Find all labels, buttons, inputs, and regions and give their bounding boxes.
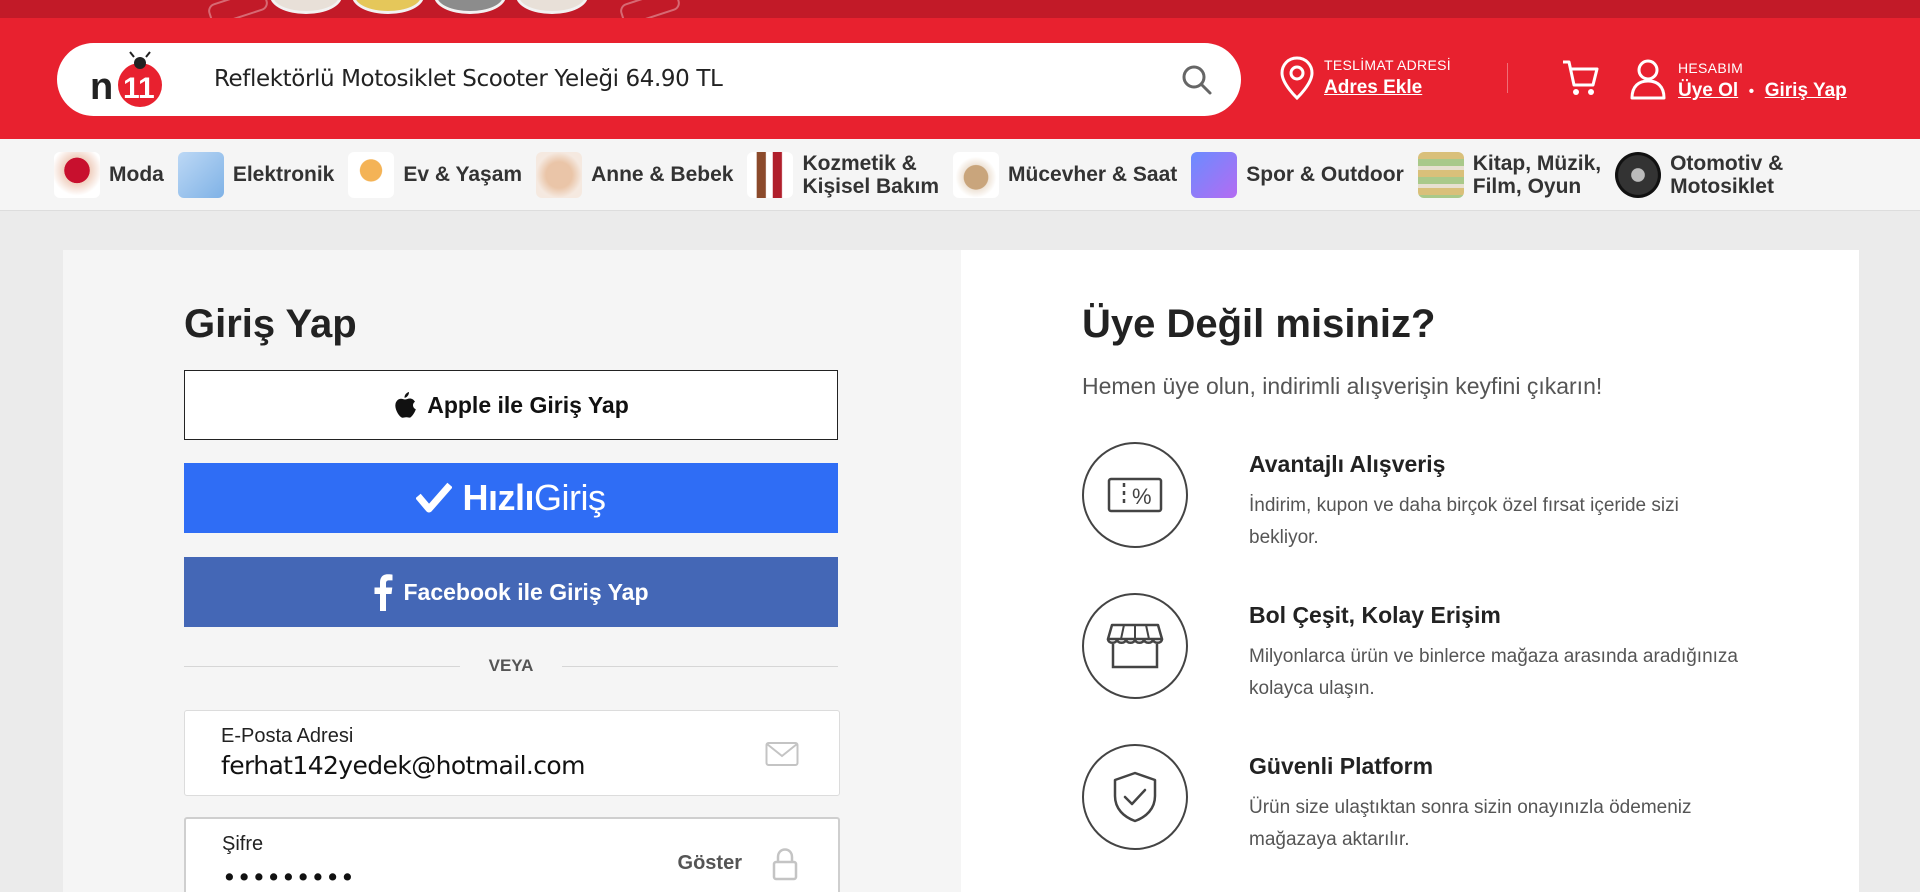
category-anne-bebek[interactable]: Anne & Bebek bbox=[536, 151, 734, 198]
category-kozmetik[interactable]: Kozmetik & Kişisel Bakım bbox=[747, 151, 940, 198]
search-icon[interactable] bbox=[1181, 64, 1213, 96]
category-elektronik[interactable]: Elektronik bbox=[177, 151, 335, 198]
feature-security: Güvenli Platform Ürün size ulaştıktan so… bbox=[1082, 744, 1782, 854]
account-menu: HESABIM Üye Ol • Giriş Yap bbox=[1629, 56, 1847, 102]
checkmark-icon bbox=[416, 482, 453, 513]
header-divider bbox=[1507, 63, 1508, 93]
apple-icon bbox=[395, 392, 417, 418]
account-caption: HESABIM bbox=[1678, 60, 1744, 76]
divider-line bbox=[184, 666, 460, 667]
user-icon[interactable] bbox=[1629, 58, 1667, 100]
n11-logo[interactable]: n 11 bbox=[90, 51, 166, 109]
hizli-giris-button[interactable]: Hızlı Giriş bbox=[184, 463, 838, 533]
login-title: Giriş Yap bbox=[184, 302, 357, 346]
email-label: E-Posta Adresi bbox=[221, 725, 354, 747]
category-mucevher-saat[interactable]: Mücevher & Saat bbox=[953, 151, 1178, 198]
promo-images bbox=[270, 0, 588, 14]
shield-check-icon bbox=[1082, 744, 1188, 850]
feature-title: Bol Çeşit, Kolay Erişim bbox=[1249, 602, 1501, 628]
category-nav: Moda Elektronik Ev & Yaşam Anne & Bebek … bbox=[0, 139, 1920, 211]
svg-text:%: % bbox=[1132, 484, 1152, 509]
site-header: n 11 Reflektörlü Motosiklet Scooter Yele… bbox=[0, 18, 1920, 139]
category-label: Ev & Yaşam bbox=[403, 163, 523, 186]
feature-advantage: % Avantajlı Alışveriş İndirim, kupon ve … bbox=[1082, 442, 1782, 552]
apple-login-label: Apple ile Giriş Yap bbox=[427, 391, 629, 418]
hizli-bold-label: Hızlı bbox=[462, 477, 534, 518]
category-label: Mücevher & Saat bbox=[1008, 163, 1178, 186]
delivery-caption: TESLİMAT ADRESİ bbox=[1324, 57, 1451, 73]
apple-login-button[interactable]: Apple ile Giriş Yap bbox=[184, 370, 838, 440]
search-bar: n 11 Reflektörlü Motosiklet Scooter Yele… bbox=[57, 43, 1241, 116]
category-thumb-books bbox=[1417, 151, 1464, 198]
signup-title: Üye Değil misiniz? bbox=[1082, 302, 1436, 346]
category-moda[interactable]: Moda bbox=[54, 151, 164, 198]
register-link[interactable]: Üye Ol bbox=[1678, 80, 1738, 102]
category-label: Anne & Bebek bbox=[591, 163, 734, 186]
discount-ticket-icon: % bbox=[1082, 442, 1188, 548]
lock-icon bbox=[772, 848, 798, 881]
promo-banner[interactable] bbox=[0, 0, 1920, 18]
category-otomotiv[interactable]: Otomotiv & Motosiklet bbox=[1615, 151, 1784, 198]
category-thumb-tire bbox=[1615, 151, 1662, 198]
category-thumb-watch bbox=[953, 151, 1000, 198]
hizli-light-label: Giriş bbox=[534, 477, 606, 518]
feature-desc: Milyonlarca ürün ve binlerce mağaza aras… bbox=[1249, 646, 1738, 699]
password-field[interactable]: Şifre ••••••••• Göster bbox=[184, 817, 840, 892]
category-thumb-fashion bbox=[54, 151, 100, 198]
signup-panel: Üye Değil misiniz? Hemen üye olun, indir… bbox=[961, 250, 1859, 892]
divider-line bbox=[562, 666, 838, 667]
category-thumb-cosmetics bbox=[747, 151, 794, 198]
facebook-icon bbox=[374, 574, 393, 611]
show-password-button[interactable]: Göster bbox=[678, 852, 742, 875]
login-panel: Giriş Yap Apple ile Giriş Yap Hızlı Giriş… bbox=[63, 250, 961, 892]
email-input[interactable]: ferhat142yedek@hotmail.com bbox=[221, 751, 585, 780]
feature-title: Avantajlı Alışveriş bbox=[1249, 451, 1446, 477]
category-thumb-electronics bbox=[177, 151, 224, 198]
store-icon bbox=[1082, 593, 1188, 699]
category-label: Spor & Outdoor bbox=[1246, 163, 1404, 186]
category-spor-outdoor[interactable]: Spor & Outdoor bbox=[1191, 151, 1404, 198]
location-pin-icon bbox=[1280, 56, 1314, 100]
category-ev-yasam[interactable]: Ev & Yaşam bbox=[348, 151, 523, 198]
promo-doodle bbox=[206, 0, 270, 18]
or-divider-label: VEYA bbox=[488, 656, 534, 675]
facebook-login-label: Facebook ile Giriş Yap bbox=[403, 578, 649, 605]
category-label: Elektronik bbox=[232, 163, 335, 186]
promo-doodle bbox=[618, 0, 682, 18]
login-link[interactable]: Giriş Yap bbox=[1765, 80, 1847, 102]
feature-variety: Bol Çeşit, Kolay Erişim Milyonlarca ürün… bbox=[1082, 593, 1782, 703]
link-separator: • bbox=[1748, 83, 1755, 100]
email-field[interactable]: E-Posta Adresi ferhat142yedek@hotmail.co… bbox=[184, 710, 840, 796]
password-label: Şifre bbox=[222, 833, 264, 855]
search-input[interactable]: Reflektörlü Motosiklet Scooter Yeleği 64… bbox=[214, 43, 723, 116]
password-input[interactable]: ••••••••• bbox=[222, 863, 355, 892]
feature-desc: Ürün size ulaştıktan sonra sizin onayını… bbox=[1249, 797, 1692, 850]
feature-desc: İndirim, kupon ve daha birçok özel fırsa… bbox=[1249, 495, 1679, 548]
signup-subtitle: Hemen üye olun, indirimli alışverişin ke… bbox=[1082, 373, 1603, 399]
delivery-address[interactable]: TESLİMAT ADRESİ Adres Ekle bbox=[1280, 56, 1451, 100]
envelope-icon bbox=[765, 742, 799, 766]
facebook-login-button[interactable]: Facebook ile Giriş Yap bbox=[184, 557, 838, 627]
category-kitap-muzik[interactable]: Kitap, Müzik, Film, Oyun bbox=[1417, 151, 1602, 198]
category-thumb-sport bbox=[1191, 151, 1238, 198]
category-label: Kitap, Müzik, Film, Oyun bbox=[1472, 151, 1602, 198]
category-thumb-home bbox=[348, 151, 395, 198]
category-label: Kozmetik & Kişisel Bakım bbox=[802, 151, 940, 198]
category-thumb-baby bbox=[536, 151, 583, 198]
svg-text:n: n bbox=[90, 66, 113, 108]
cart-icon[interactable] bbox=[1561, 58, 1599, 98]
add-address-link[interactable]: Adres Ekle bbox=[1324, 77, 1422, 99]
feature-title: Güvenli Platform bbox=[1249, 753, 1434, 779]
category-label: Otomotiv & Motosiklet bbox=[1670, 151, 1784, 198]
svg-text:11: 11 bbox=[123, 72, 155, 105]
category-label: Moda bbox=[109, 163, 164, 186]
